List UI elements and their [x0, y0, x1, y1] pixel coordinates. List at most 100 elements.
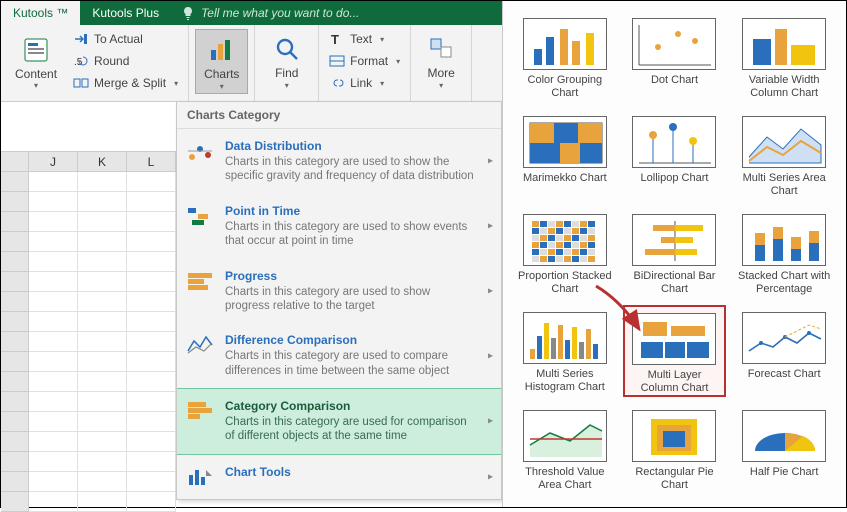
round-label: Round [94, 54, 129, 68]
menu-desc: Charts in this category are used for com… [225, 415, 475, 444]
chart-thumb [523, 116, 607, 168]
svg-text:.5: .5 [74, 57, 83, 68]
charts-button[interactable]: Charts ▾ [195, 29, 248, 94]
find-button[interactable]: Find ▾ [261, 29, 312, 92]
link-label: Link [350, 76, 372, 90]
format-button[interactable]: Format▾ [325, 51, 404, 71]
svg-text:T: T [331, 32, 339, 47]
gallery-label: Proportion Stacked Chart [518, 270, 612, 295]
menu-name: Category Comparison [225, 399, 475, 413]
find-label: Find [275, 67, 298, 80]
chart-thumb [632, 18, 716, 70]
chart-thumb [523, 214, 607, 266]
menu-desc: Charts in this category are used to show… [225, 285, 475, 314]
gallery-item[interactable]: Multi Series Histogram Chart [513, 305, 617, 397]
link-button[interactable]: Link▾ [325, 73, 404, 93]
gallery-item[interactable]: Variable Width Column Chart [732, 11, 836, 103]
chart-thumb [742, 410, 826, 462]
menu-name: Difference Comparison [225, 333, 475, 347]
gallery-item[interactable]: Color Grouping Chart [513, 11, 617, 103]
lightbulb-icon [181, 6, 195, 20]
tell-me[interactable]: Tell me what you want to do... [171, 1, 369, 25]
charts-icon [206, 34, 238, 66]
col-L[interactable]: L [127, 152, 176, 172]
point-in-time-icon [185, 204, 215, 228]
gallery-item[interactable]: Lollipop Chart [623, 109, 727, 201]
gallery-label: Half Pie Chart [750, 466, 818, 479]
gallery-item[interactable]: Marimekko Chart [513, 109, 617, 201]
menu-desc: Charts in this category are used to show… [225, 220, 475, 249]
more-button[interactable]: More ▾ [417, 29, 465, 92]
chevron-right-icon: ▸ [488, 221, 493, 232]
chevron-right-icon: ▸ [488, 156, 493, 167]
gallery-label: Lollipop Chart [641, 172, 709, 185]
chevron-down-icon: ▾ [174, 79, 178, 88]
chart-thumb [632, 410, 716, 462]
chart-thumb [742, 214, 826, 266]
chart-thumb [523, 410, 607, 462]
chevron-right-icon: ▸ [488, 416, 493, 427]
to-actual-label: To Actual [94, 32, 143, 46]
chart-tools-icon [185, 465, 215, 489]
gallery-label: Multi Series Histogram Chart [518, 368, 612, 393]
gallery-item[interactable]: Dot Chart [623, 11, 727, 103]
gallery-label: Multi Series Area Chart [737, 172, 831, 197]
gallery-item[interactable]: Proportion Stacked Chart [513, 207, 617, 299]
chevron-right-icon: ▸ [488, 285, 493, 296]
column-headers: J K L [1, 152, 176, 172]
tab-kutools[interactable]: Kutools ™ [1, 1, 80, 25]
chart-gallery: Color Grouping Chart Dot Chart Variable … [502, 1, 846, 507]
chart-thumb [632, 313, 716, 365]
difference-icon [185, 333, 215, 357]
charts-label: Charts [204, 68, 239, 81]
chart-thumb [523, 18, 607, 70]
chevron-down-icon: ▾ [220, 82, 224, 91]
text-button[interactable]: T Text▾ [325, 29, 404, 49]
content-icon [20, 34, 52, 66]
menu-data-distribution[interactable]: Data Distribution Charts in this categor… [177, 129, 501, 194]
col-K[interactable]: K [78, 152, 127, 172]
format-icon [329, 53, 345, 69]
gallery-label: BiDirectional Bar Chart [628, 270, 722, 295]
gallery-item[interactable]: Threshold Value Area Chart [513, 403, 617, 495]
gallery-item[interactable]: BiDirectional Bar Chart [623, 207, 727, 299]
gallery-item[interactable]: Half Pie Chart [732, 403, 836, 495]
gallery-item[interactable]: Multi Series Area Chart [732, 109, 836, 201]
chart-thumb [632, 116, 716, 168]
text-label: Text [350, 32, 372, 46]
menu-name: Progress [225, 269, 475, 283]
chevron-down-icon: ▾ [34, 81, 38, 90]
more-label: More [427, 67, 454, 80]
tab-kutools-plus[interactable]: Kutools Plus [80, 1, 171, 25]
menu-name: Point in Time [225, 204, 475, 218]
chart-thumb [742, 312, 826, 364]
menu-progress[interactable]: Progress Charts in this category are use… [177, 259, 501, 324]
menu-chart-tools[interactable]: Chart Tools ▸ [177, 455, 501, 499]
worksheet[interactable]: J K L [1, 101, 176, 507]
merge-split-label: Merge & Split [94, 76, 166, 90]
menu-name: Chart Tools [225, 465, 291, 479]
menu-difference-comparison[interactable]: Difference Comparison Charts in this cat… [177, 323, 501, 388]
to-actual-button[interactable]: To Actual [69, 29, 182, 49]
round-button[interactable]: .5 Round [69, 51, 182, 71]
gallery-item[interactable]: Rectangular Pie Chart [623, 403, 727, 495]
gallery-label: Color Grouping Chart [518, 74, 612, 99]
content-button[interactable]: Content ▾ [7, 29, 65, 93]
gallery-item[interactable]: Multi Layer Column Chart [623, 305, 727, 397]
tell-me-text: Tell me what you want to do... [201, 6, 359, 20]
gallery-item[interactable]: Stacked Chart with Percentage [732, 207, 836, 299]
merge-split-button[interactable]: Merge & Split ▾ [69, 73, 182, 93]
gallery-item[interactable]: Forecast Chart [732, 305, 836, 397]
link-icon [329, 75, 345, 91]
menu-desc: Charts in this category are used to comp… [225, 349, 475, 378]
grid-rows [1, 172, 176, 507]
progress-icon [185, 269, 215, 293]
menu-point-in-time[interactable]: Point in Time Charts in this category ar… [177, 194, 501, 259]
menu-name: Data Distribution [225, 139, 475, 153]
round-icon: .5 [73, 53, 89, 69]
col-J[interactable]: J [29, 152, 78, 172]
menu-category-comparison[interactable]: Category Comparison Charts in this categ… [177, 388, 501, 455]
find-icon [271, 33, 303, 65]
gallery-label: Marimekko Chart [523, 172, 607, 185]
charts-category-menu: Charts Category Data Distribution Charts… [176, 101, 502, 500]
